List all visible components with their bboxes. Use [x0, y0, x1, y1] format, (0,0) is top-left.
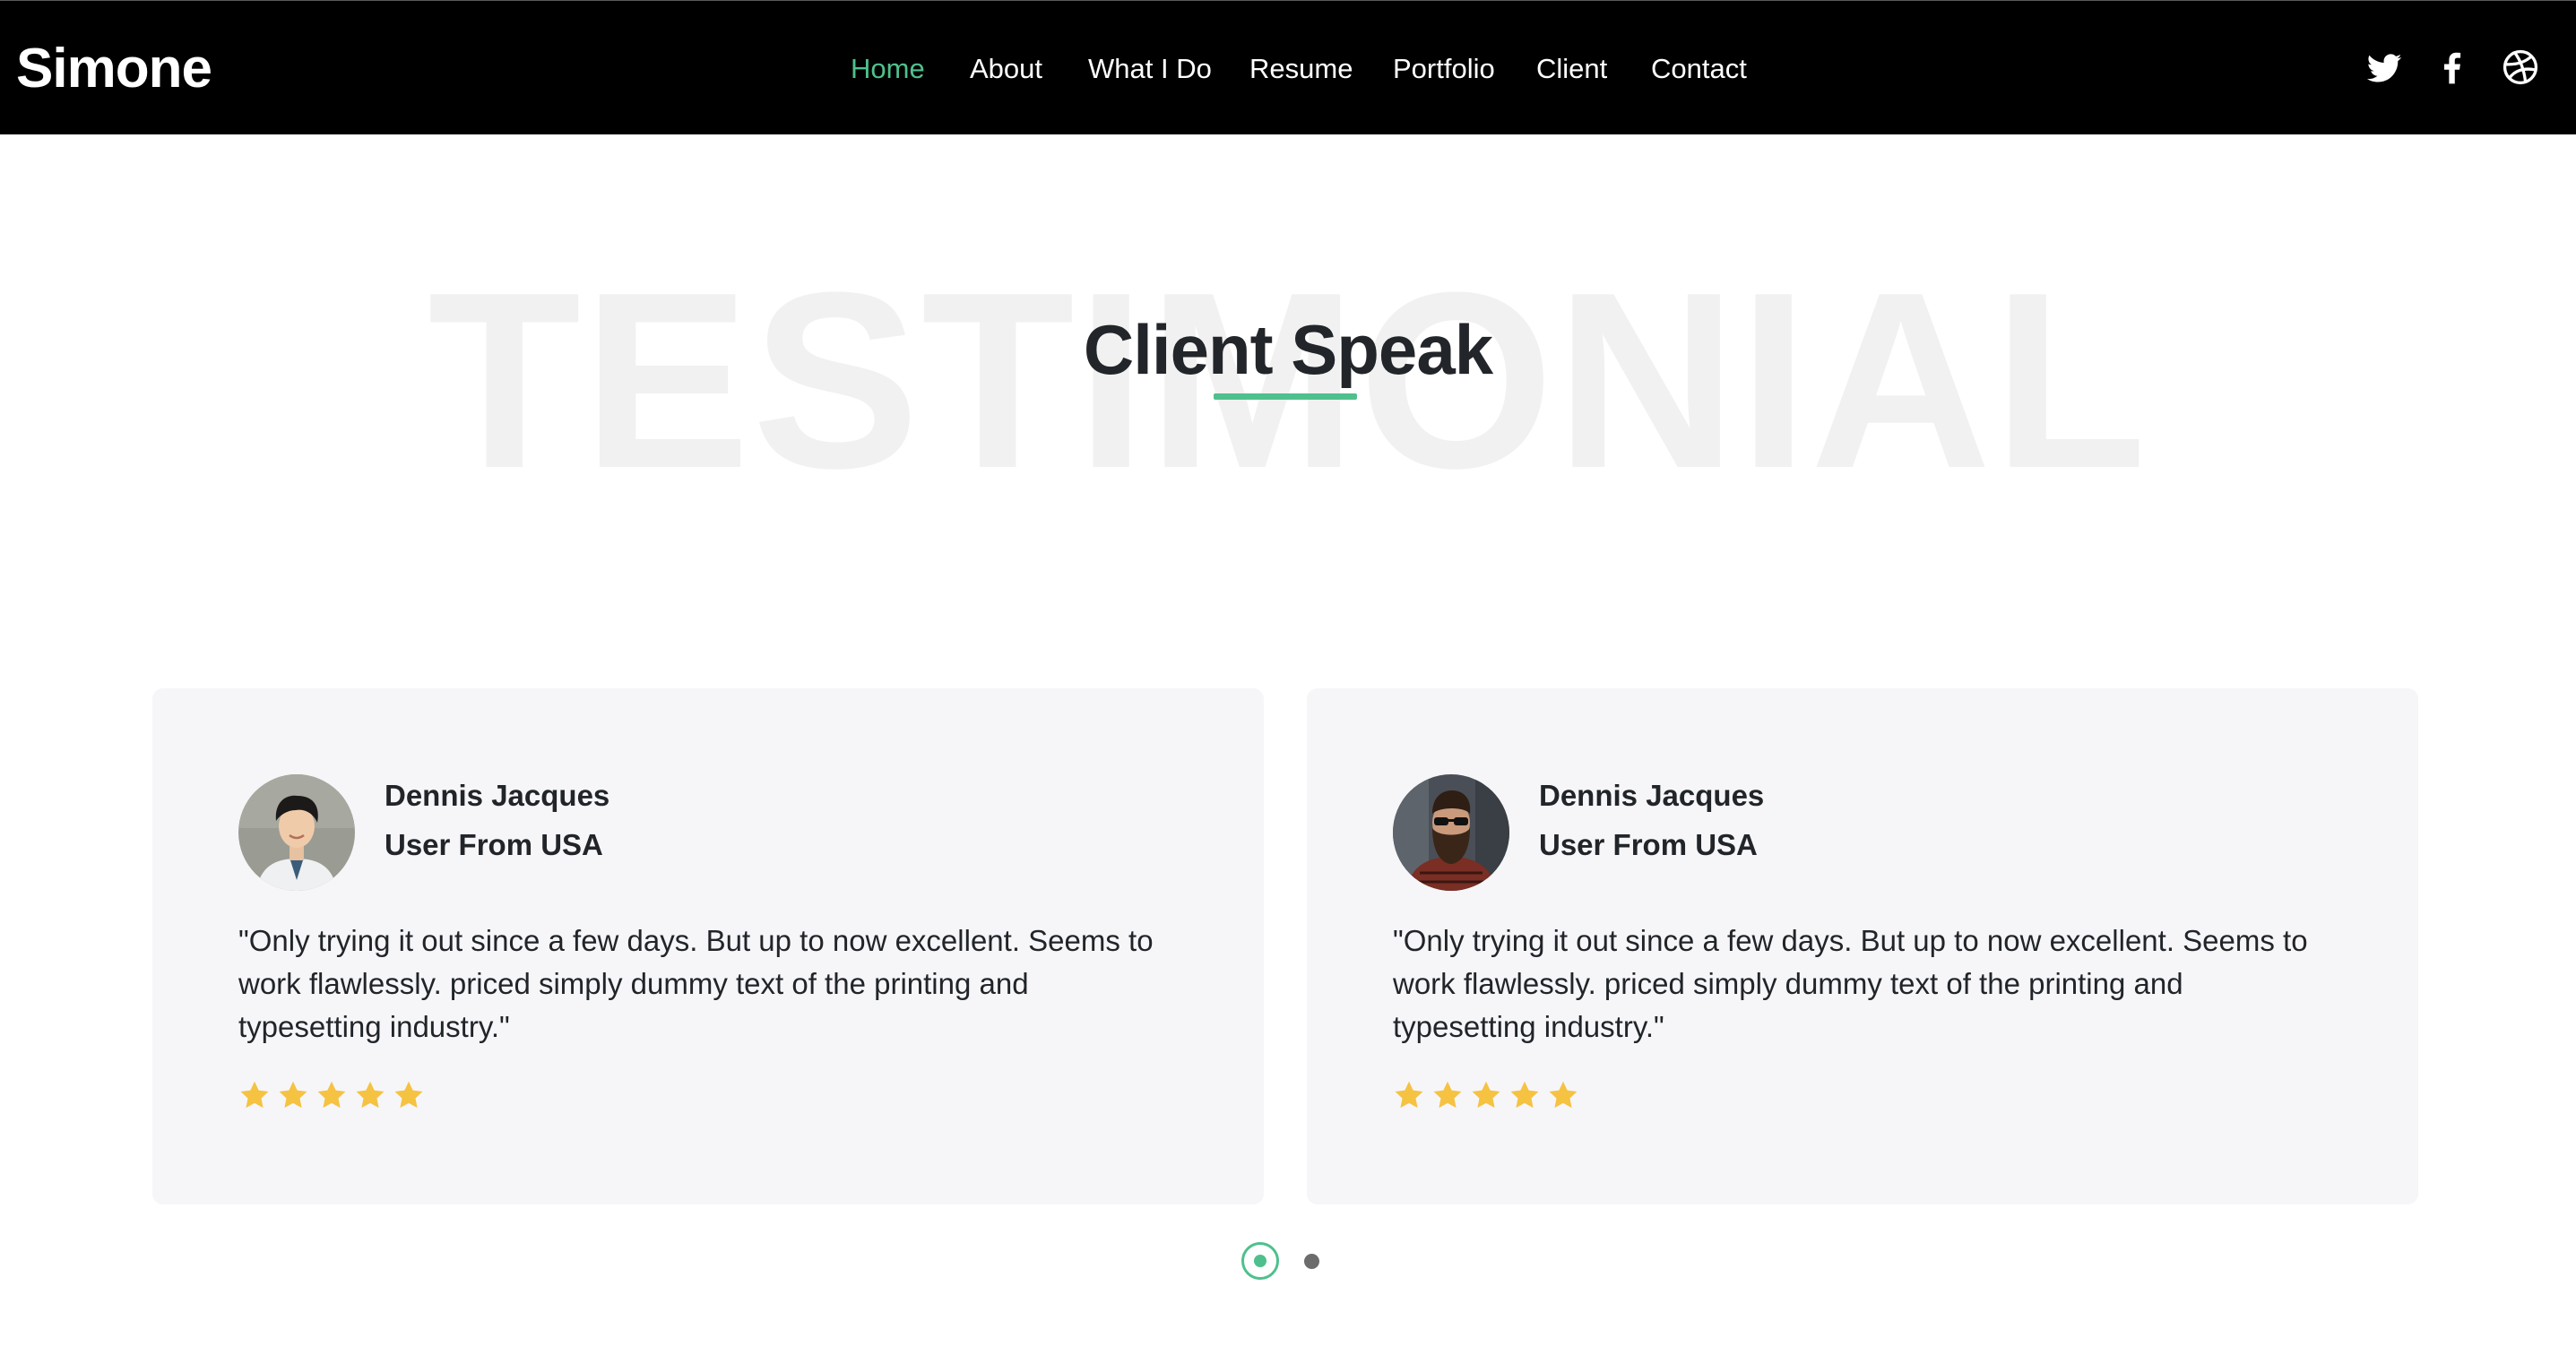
top-navbar: Simone Home About What I Do Resume Portf… — [0, 0, 2576, 134]
main-nav: Home About What I Do Resume Portfolio Cl… — [0, 1, 2576, 135]
testimonial-author-name: Dennis Jacques — [385, 779, 610, 812]
carousel-dot[interactable] — [1304, 1254, 1319, 1269]
star-icon — [240, 1081, 269, 1109]
star-icon — [1510, 1081, 1539, 1109]
star-icon — [1395, 1081, 1423, 1109]
nav-item-what-i-do[interactable]: What I Do — [1088, 47, 1212, 91]
nav-item-resume[interactable]: Resume — [1249, 47, 1353, 91]
testimonial-author-role: User From USA — [1539, 828, 1758, 861]
star-icon — [1433, 1081, 1462, 1109]
testimonial-card: Dennis Jacques User From USA "Only tryin… — [1307, 688, 2418, 1204]
nav-item-client[interactable]: Client — [1536, 47, 1607, 91]
testimonial-author-role: User From USA — [385, 828, 603, 861]
star-rating — [238, 1079, 425, 1115]
nav-item-portfolio[interactable]: Portfolio — [1393, 47, 1495, 91]
twitter-icon[interactable] — [2364, 47, 2404, 87]
nav-item-contact[interactable]: Contact — [1651, 47, 1747, 91]
star-icon — [1472, 1081, 1500, 1109]
dribbble-icon[interactable] — [2501, 47, 2540, 87]
star-icon — [394, 1081, 423, 1109]
nav-item-about[interactable]: About — [970, 47, 1042, 91]
title-underline — [1214, 393, 1357, 400]
nav-item-home[interactable]: Home — [851, 47, 925, 91]
star-icon — [356, 1081, 385, 1109]
testimonial-quote: "Only trying it out since a few days. Bu… — [238, 924, 1154, 1043]
testimonial-card: Dennis Jacques User From USA "Only tryin… — [152, 688, 1264, 1204]
section-title: Client Speak — [1083, 310, 1493, 389]
facebook-icon[interactable] — [2433, 47, 2472, 87]
star-rating — [1393, 1079, 1579, 1115]
carousel-dot-active[interactable] — [1241, 1242, 1279, 1280]
star-icon — [317, 1081, 346, 1109]
testimonial-author-name: Dennis Jacques — [1539, 779, 1765, 812]
avatar — [238, 774, 355, 891]
testimonial-quote: "Only trying it out since a few days. Bu… — [1393, 924, 2308, 1043]
avatar — [1393, 774, 1509, 891]
star-icon — [279, 1081, 307, 1109]
star-icon — [1549, 1081, 1578, 1109]
